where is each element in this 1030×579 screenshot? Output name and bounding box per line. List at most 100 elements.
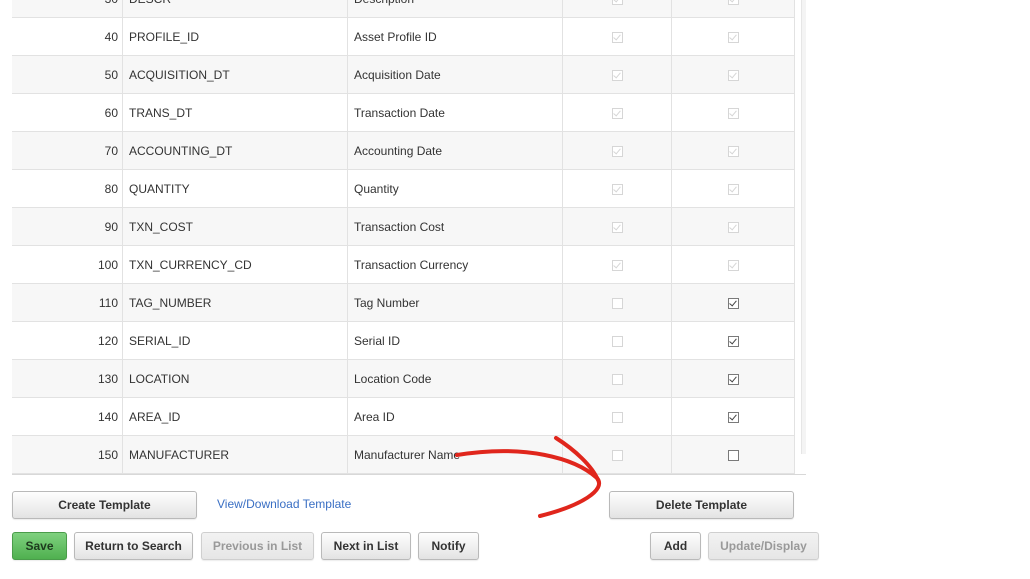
- include-checkbox: [727, 259, 739, 271]
- field-name-cell: AREA_ID: [122, 397, 348, 436]
- required-checkbox: [611, 183, 623, 195]
- grid-scrollbar[interactable]: ⌄: [801, 0, 806, 454]
- field-name-cell: MANUFACTURER: [122, 435, 348, 474]
- required-checkbox-cell: [562, 207, 672, 246]
- include-checkbox[interactable]: [727, 411, 739, 423]
- create-template-button[interactable]: Create Template: [12, 491, 197, 519]
- delete-template-button[interactable]: Delete Template: [609, 491, 794, 519]
- include-checkbox: [727, 31, 739, 43]
- include-checkbox-cell: [671, 169, 795, 208]
- required-checkbox-cell: [562, 0, 672, 18]
- sequence-cell: 120: [12, 321, 123, 360]
- required-checkbox-cell: [562, 435, 672, 474]
- table-row: 140 AREA_ID Area ID: [12, 397, 795, 436]
- required-checkbox-cell: [562, 321, 672, 360]
- field-name-cell: ACQUISITION_DT: [122, 55, 348, 94]
- required-checkbox-cell: [562, 55, 672, 94]
- field-name-cell: TAG_NUMBER: [122, 283, 348, 322]
- include-checkbox-cell: [671, 131, 795, 170]
- required-checkbox-cell: [562, 17, 672, 56]
- include-checkbox[interactable]: [727, 335, 739, 347]
- previous-in-list-button[interactable]: Previous in List: [201, 532, 314, 560]
- field-name-cell: PROFILE_ID: [122, 17, 348, 56]
- field-label-cell: Quantity: [347, 169, 563, 208]
- sequence-cell: 80: [12, 169, 123, 208]
- include-checkbox-cell: [671, 359, 795, 398]
- field-name-cell: TXN_CURRENCY_CD: [122, 245, 348, 284]
- table-row: 30DESCRDescription: [12, 0, 795, 18]
- include-checkbox: [727, 145, 739, 157]
- include-checkbox: [727, 69, 739, 81]
- table-row: 130 LOCATION Location Code: [12, 359, 795, 398]
- include-checkbox-cell: [671, 283, 795, 322]
- field-name-cell: LOCATION: [122, 359, 348, 398]
- required-checkbox: [611, 335, 623, 347]
- include-checkbox: [727, 0, 739, 5]
- sequence-cell: 150: [12, 435, 123, 474]
- required-checkbox: [611, 373, 623, 385]
- required-checkbox: [611, 221, 623, 233]
- include-checkbox-cell: [671, 17, 795, 56]
- view-download-template-link[interactable]: View/Download Template: [217, 497, 351, 511]
- include-checkbox-cell: [671, 245, 795, 284]
- field-name-cell: TRANS_DT: [122, 93, 348, 132]
- field-label-cell: Asset Profile ID: [347, 17, 563, 56]
- table-row: 60 TRANS_DT Transaction Date: [12, 93, 795, 132]
- field-label-cell: Location Code: [347, 359, 563, 398]
- save-button[interactable]: Save: [12, 532, 67, 560]
- field-label-cell: Transaction Cost: [347, 207, 563, 246]
- update-display-button[interactable]: Update/Display: [708, 532, 819, 560]
- include-checkbox-cell: [671, 321, 795, 360]
- include-checkbox[interactable]: [727, 297, 739, 309]
- notify-button[interactable]: Notify: [418, 532, 479, 560]
- include-checkbox-cell: [671, 0, 795, 18]
- required-checkbox: [611, 31, 623, 43]
- include-checkbox[interactable]: [727, 449, 739, 461]
- field-label-cell: Acquisition Date: [347, 55, 563, 94]
- table-row: 90 TXN_COST Transaction Cost: [12, 207, 795, 246]
- table-row: 120 SERIAL_ID Serial ID: [12, 321, 795, 360]
- table-row: 100 TXN_CURRENCY_CD Transaction Currency: [12, 245, 795, 284]
- add-button[interactable]: Add: [650, 532, 701, 560]
- sequence-cell: 70: [12, 131, 123, 170]
- return-to-search-button[interactable]: Return to Search: [74, 532, 193, 560]
- include-checkbox: [727, 183, 739, 195]
- next-in-list-button[interactable]: Next in List: [321, 532, 411, 560]
- sequence-cell: 90: [12, 207, 123, 246]
- required-checkbox: [611, 411, 623, 423]
- field-name-cell: DESCR: [122, 0, 348, 18]
- template-fields-grid: 30DESCRDescription40PROFILE_IDAsset Prof…: [12, 0, 806, 475]
- include-checkbox[interactable]: [727, 373, 739, 385]
- required-checkbox-cell: [562, 93, 672, 132]
- sequence-cell: 60: [12, 93, 123, 132]
- sequence-cell: 50: [12, 55, 123, 94]
- table-row: 50 ACQUISITION_DT Acquisition Date: [12, 55, 795, 94]
- required-checkbox: [611, 297, 623, 309]
- table-row: 80 QUANTITY Quantity: [12, 169, 795, 208]
- include-checkbox-cell: [671, 435, 795, 474]
- include-checkbox-cell: [671, 55, 795, 94]
- include-checkbox: [727, 107, 739, 119]
- required-checkbox: [611, 449, 623, 461]
- sequence-cell: 40: [12, 17, 123, 56]
- required-checkbox-cell: [562, 397, 672, 436]
- sequence-cell: 100: [12, 245, 123, 284]
- required-checkbox: [611, 0, 623, 5]
- include-checkbox-cell: [671, 93, 795, 132]
- fields-table: 30DESCRDescription40PROFILE_IDAsset Prof…: [12, 0, 795, 474]
- chevron-down-icon[interactable]: ⌄: [805, 440, 806, 452]
- required-checkbox-cell: [562, 169, 672, 208]
- required-checkbox: [611, 107, 623, 119]
- field-name-cell: TXN_COST: [122, 207, 348, 246]
- field-label-cell: Area ID: [347, 397, 563, 436]
- required-checkbox: [611, 145, 623, 157]
- include-checkbox-cell: [671, 397, 795, 436]
- required-checkbox: [611, 259, 623, 271]
- table-row: 70 ACCOUNTING_DT Accounting Date: [12, 131, 795, 170]
- sequence-cell: 30: [12, 0, 123, 18]
- table-row: 110 TAG_NUMBER Tag Number: [12, 283, 795, 322]
- required-checkbox-cell: [562, 283, 672, 322]
- table-row: 150 MANUFACTURER Manufacturer Name: [12, 435, 795, 474]
- field-label-cell: Tag Number: [347, 283, 563, 322]
- include-checkbox-cell: [671, 207, 795, 246]
